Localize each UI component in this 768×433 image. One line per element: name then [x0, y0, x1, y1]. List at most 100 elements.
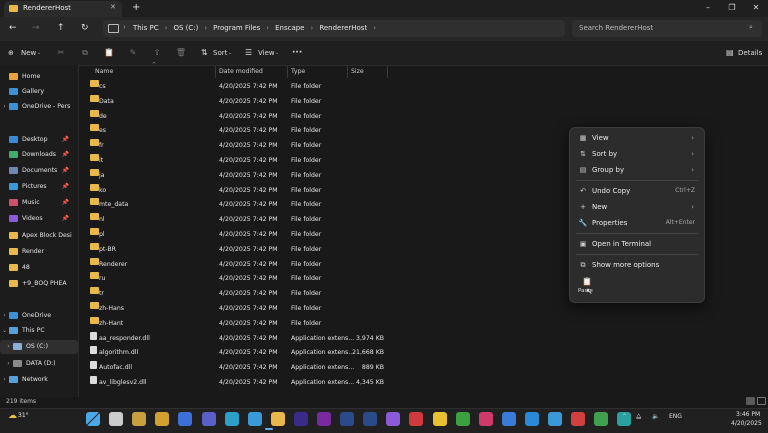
- file-row[interactable]: ko 4/20/2025 7:42 PM File folder: [84, 183, 524, 199]
- breadcrumb-separator-icon[interactable]: ›: [165, 24, 168, 32]
- file-row[interactable]: tr 4/20/2025 7:42 PM File folder: [84, 287, 524, 302]
- menu-item[interactable]: ▤ Group by ›: [570, 162, 704, 178]
- sidebar-item[interactable]: › OneDrive: [0, 309, 78, 323]
- taskbar-app-icon[interactable]: [455, 412, 470, 426]
- taskbar-app-icon[interactable]: [132, 412, 147, 426]
- breadcrumb-item[interactable]: This PC: [133, 24, 159, 32]
- forward-icon[interactable]: →: [32, 23, 40, 33]
- chevron-icon[interactable]: ›: [0, 100, 9, 114]
- chevron-icon[interactable]: ›: [0, 309, 9, 323]
- file-row[interactable]: ja 4/20/2025 7:42 PM File folder: [84, 168, 524, 184]
- taskbar-app-icon[interactable]: [524, 412, 539, 426]
- sidebar-item[interactable]: Documents 📌: [0, 164, 78, 178]
- breadcrumb-item[interactable]: RendererHost: [319, 24, 367, 32]
- sidebar-item[interactable]: › OneDrive - Pers: [0, 100, 78, 114]
- details-view-icon[interactable]: [746, 397, 755, 405]
- taskbar-app-icon[interactable]: [178, 412, 193, 426]
- file-row[interactable]: pt-BR 4/20/2025 7:42 PM File folder: [84, 242, 524, 258]
- start-icon[interactable]: [86, 412, 100, 426]
- close-button[interactable]: ✕: [744, 0, 768, 17]
- breadcrumb-separator-icon[interactable]: ›: [266, 24, 269, 32]
- menu-item[interactable]: + New ›: [570, 199, 704, 215]
- cut-icon[interactable]: ✂: [55, 46, 67, 60]
- sidebar-item[interactable]: Downloads 📌: [0, 148, 78, 162]
- sort-icon[interactable]: ⇅: [201, 46, 208, 60]
- menu-item[interactable]: ↶ Undo Copy Ctrl+Z: [570, 183, 704, 199]
- volume-icon[interactable]: 🔈: [652, 413, 659, 420]
- taskbar-app-icon[interactable]: [247, 412, 262, 426]
- file-row[interactable]: mte_data 4/20/2025 7:42 PM File folder: [84, 198, 524, 213]
- sidebar-item[interactable]: ⌄ This PC: [0, 324, 78, 338]
- taskbar-app-icon[interactable]: [317, 412, 331, 426]
- more-options-button[interactable]: ···: [292, 46, 302, 60]
- taskbar-app-icon[interactable]: [548, 412, 562, 426]
- taskbar-app-icon[interactable]: [270, 412, 285, 426]
- file-row[interactable]: de 4/20/2025 7:42 PM File folder: [84, 109, 524, 125]
- chevron-icon[interactable]: ›: [4, 340, 13, 354]
- taskbar-app-icon[interactable]: [571, 412, 586, 426]
- sidebar-item[interactable]: › DATA (D:): [0, 357, 78, 371]
- taskbar-app-icon[interactable]: [501, 412, 516, 426]
- network-icon[interactable]: ⧋: [636, 413, 641, 421]
- language-indicator[interactable]: ENG: [669, 413, 682, 420]
- weather-temp[interactable]: 31°: [18, 412, 29, 419]
- new-tab-button[interactable]: +: [132, 2, 140, 13]
- paste-icon[interactable]: 📋: [103, 46, 115, 60]
- column-size[interactable]: Size: [351, 66, 364, 78]
- delete-icon[interactable]: 🗑: [175, 46, 187, 60]
- taskbar-app-icon[interactable]: [594, 412, 609, 426]
- taskbar-app-icon[interactable]: [201, 412, 216, 426]
- sidebar-item[interactable]: › Network: [0, 373, 78, 387]
- view-icon[interactable]: ☰: [245, 46, 252, 60]
- taskbar-app-icon[interactable]: [155, 412, 170, 426]
- breadcrumb-item[interactable]: Enscape: [275, 24, 304, 32]
- back-icon[interactable]: ←: [9, 23, 17, 33]
- sidebar-item[interactable]: Videos 📌: [0, 212, 78, 226]
- new-icon[interactable]: ⊕: [8, 46, 14, 60]
- file-row[interactable]: fr 4/20/2025 7:42 PM File folder: [84, 139, 524, 154]
- file-row[interactable]: it 4/20/2025 7:42 PM File folder: [84, 154, 524, 169]
- breadcrumb-separator-icon[interactable]: ›: [311, 24, 314, 32]
- taskbar-app-icon[interactable]: [293, 412, 308, 426]
- file-row[interactable]: ru 4/20/2025 7:42 PM File folder: [84, 272, 524, 287]
- address-bar[interactable]: › This PC › OS (C:) › Program Files › Enscape ›…: [103, 20, 565, 37]
- sort-button[interactable]: Sort: [213, 46, 227, 60]
- menu-item[interactable]: ⧉ Show more options: [570, 257, 704, 273]
- search-icon[interactable]: [109, 412, 124, 426]
- menu-item[interactable]: ▣ Open in Terminal: [570, 236, 704, 252]
- menu-item[interactable]: ⇅ Sort by ›: [570, 146, 704, 162]
- search-input[interactable]: Search RendererHost ⌕: [572, 20, 762, 37]
- tiles-view-icon[interactable]: [757, 397, 766, 405]
- details-button[interactable]: Details: [738, 46, 762, 60]
- taskbar-app-icon[interactable]: [432, 412, 447, 426]
- sidebar-item[interactable]: Music 📌: [0, 196, 78, 210]
- chevron-icon[interactable]: ›: [4, 357, 13, 371]
- chevron-icon[interactable]: ›: [0, 373, 9, 387]
- column-date[interactable]: Date modified: [219, 66, 263, 78]
- sidebar-item[interactable]: Gallery: [0, 85, 78, 99]
- sidebar-item[interactable]: Desktop 📌: [0, 133, 78, 147]
- breadcrumb-separator-icon[interactable]: ›: [204, 24, 207, 32]
- file-row[interactable]: aa_responder.dll 4/20/2025 7:42 PM Applica…: [84, 331, 524, 347]
- file-row[interactable]: av_libglesv2.dll 4/20/2025 7:42 PM Applica…: [84, 376, 524, 391]
- breadcrumb-item[interactable]: Program Files: [213, 24, 260, 32]
- up-icon[interactable]: ↑: [57, 23, 65, 33]
- sidebar-item[interactable]: 48: [0, 261, 78, 275]
- share-icon[interactable]: ⇪: [151, 46, 163, 60]
- sidebar-item[interactable]: Pictures 📌: [0, 180, 78, 194]
- view-button[interactable]: View: [258, 46, 275, 60]
- taskbar-app-icon[interactable]: [224, 412, 239, 426]
- taskbar-app-icon[interactable]: [363, 412, 378, 426]
- sidebar-item[interactable]: Apex Block Desi: [0, 229, 78, 243]
- sidebar-item[interactable]: Render: [0, 245, 78, 259]
- clock-time[interactable]: 3:46 PM: [736, 411, 760, 418]
- refresh-icon[interactable]: ↻: [81, 23, 89, 33]
- file-row[interactable]: es 4/20/2025 7:42 PM File folder: [84, 124, 524, 139]
- sidebar-item[interactable]: › OS (C:): [0, 340, 78, 354]
- file-row[interactable]: zh-Hans 4/20/2025 7:42 PM File folder: [84, 302, 524, 317]
- file-row[interactable]: algorithm.dll 4/20/2025 7:42 PM Applicatio…: [84, 346, 524, 361]
- chevron-icon[interactable]: ⌄: [0, 324, 9, 338]
- column-name[interactable]: Name: [95, 66, 113, 78]
- file-row[interactable]: Autofac.dll 4/20/2025 7:42 PM Application …: [84, 361, 524, 376]
- rename-icon[interactable]: ✎: [127, 46, 139, 60]
